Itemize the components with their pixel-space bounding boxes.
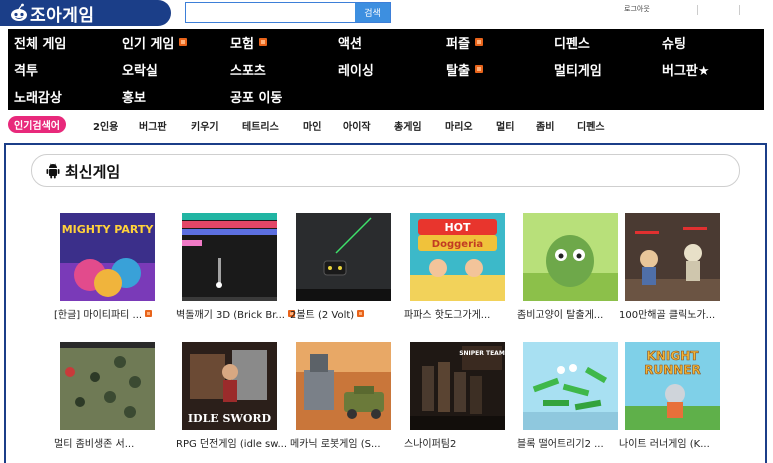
site-logo[interactable]: 조아게임 bbox=[0, 0, 171, 26]
game-title[interactable]: 벽돌깨기 3D (Brick Br... bbox=[176, 306, 306, 321]
search-input[interactable] bbox=[186, 3, 354, 22]
popular-tag[interactable]: 버그판 bbox=[139, 118, 167, 133]
new-icon bbox=[474, 65, 483, 73]
header-divider bbox=[739, 5, 740, 15]
popular-tag[interactable]: 키우기 bbox=[191, 118, 219, 133]
popular-tag[interactable]: 아이작 bbox=[343, 118, 371, 133]
game-thumbnail[interactable]: MIGHTY PARTY bbox=[60, 213, 155, 301]
category-horror[interactable]: 공포 이동 bbox=[230, 86, 282, 106]
popular-tag[interactable]: 디펜스 bbox=[577, 118, 605, 133]
game-title[interactable]: 나이트 러너게임 (K... bbox=[619, 435, 749, 450]
game-thumbnail[interactable] bbox=[625, 213, 720, 301]
game-thumbnail[interactable]: IDLE SWORD bbox=[182, 342, 277, 430]
header: 조아게임 검색 로그아웃 bbox=[0, 0, 773, 28]
new-icon bbox=[474, 38, 483, 46]
game-title[interactable]: RPG 던전게임 (idle sw... bbox=[176, 435, 306, 450]
category-popular[interactable]: 인기 게임 bbox=[122, 32, 188, 52]
new-icon bbox=[258, 38, 267, 46]
game-title[interactable]: 100만해골 클릭노가... bbox=[619, 306, 749, 321]
robot-logo-icon bbox=[11, 3, 27, 21]
new-icon bbox=[145, 310, 153, 317]
game-title[interactable]: [한글] 마이티파티 ... bbox=[54, 306, 184, 321]
search-button[interactable]: 검색 bbox=[355, 3, 390, 22]
search-box: 검색 bbox=[185, 2, 391, 23]
page: 조아게임 검색 로그아웃 전체 게임 인기 게임 모험 액션 퍼즐 디펜스 슈팅… bbox=[0, 0, 773, 463]
section-title: 최신게임 bbox=[65, 163, 121, 181]
game-thumbnail[interactable] bbox=[296, 213, 391, 301]
popular-tag[interactable]: 좀비 bbox=[536, 118, 554, 133]
popular-searches: 인기검색어 2인용 버그판 키우기 테트리스 마인 아이작 총게임 마리오 멀티… bbox=[0, 114, 773, 136]
thumb-label: KNIGHT bbox=[647, 349, 700, 363]
game-title[interactable]: 스나이퍼팀2 bbox=[404, 435, 534, 450]
popular-tag[interactable]: 테트리스 bbox=[242, 118, 279, 133]
thumb-label: Doggeria bbox=[432, 239, 483, 250]
game-thumbnail[interactable] bbox=[296, 342, 391, 430]
category-sports[interactable]: 스포츠 bbox=[230, 59, 266, 79]
popular-tag[interactable]: 마인 bbox=[303, 118, 321, 133]
popular-tag[interactable]: 마리오 bbox=[445, 118, 473, 133]
thumb-label: HOT bbox=[444, 221, 471, 234]
game-title[interactable]: 파파스 핫도그가게... bbox=[404, 306, 534, 321]
category-escape[interactable]: 탈출 bbox=[446, 59, 483, 79]
android-icon bbox=[46, 163, 60, 179]
category-arcade[interactable]: 오락실 bbox=[122, 59, 158, 79]
section-header: 최신게임 bbox=[31, 154, 740, 187]
game-thumbnail[interactable]: HOT Doggeria bbox=[410, 213, 505, 301]
game-title[interactable]: 멀티 좀비생존 서... bbox=[54, 435, 184, 450]
category-shooting[interactable]: 슈팅 bbox=[662, 32, 686, 52]
category-bug-version[interactable]: 버그판★ bbox=[662, 59, 710, 79]
category-puzzle[interactable]: 퍼즐 bbox=[446, 32, 483, 52]
category-nav: 전체 게임 인기 게임 모험 액션 퍼즐 디펜스 슈팅 격투 오락실 스포츠 레… bbox=[8, 29, 764, 110]
thumb-label: SNIPER TEAM bbox=[459, 350, 505, 357]
category-promo[interactable]: 홍보 bbox=[122, 86, 146, 106]
logout-link[interactable]: 로그아웃 bbox=[624, 4, 650, 14]
game-thumbnail[interactable] bbox=[523, 342, 618, 430]
game-title[interactable]: 2볼트 (2 Volt) bbox=[290, 306, 420, 321]
new-icon bbox=[357, 310, 365, 317]
category-multiplayer[interactable]: 멀티게임 bbox=[554, 59, 602, 79]
game-thumbnail[interactable]: KNIGHT RUNNER bbox=[625, 342, 720, 430]
category-racing[interactable]: 레이싱 bbox=[338, 59, 374, 79]
popular-searches-label: 인기검색어 bbox=[8, 116, 66, 133]
game-thumbnail[interactable] bbox=[523, 213, 618, 301]
header-divider bbox=[697, 5, 698, 15]
game-thumbnail[interactable] bbox=[182, 213, 277, 301]
category-defense[interactable]: 디펜스 bbox=[554, 32, 590, 52]
category-music[interactable]: 노래감상 bbox=[14, 86, 62, 106]
popular-tag[interactable]: 2인용 bbox=[93, 118, 118, 133]
new-icon bbox=[179, 38, 188, 46]
latest-games-panel: 최신게임 MIGHTY PARTY [한글] 마이티파티 ... 벽돌깨기 3D… bbox=[4, 143, 767, 463]
category-adventure[interactable]: 모험 bbox=[230, 32, 267, 52]
logo-text: 조아게임 bbox=[30, 5, 95, 26]
category-all[interactable]: 전체 게임 bbox=[14, 32, 66, 52]
thumb-label: IDLE SWORD bbox=[188, 412, 272, 425]
game-thumbnail[interactable] bbox=[60, 342, 155, 430]
thumb-label: RUNNER bbox=[644, 363, 701, 377]
category-fighting[interactable]: 격투 bbox=[14, 59, 38, 79]
thumb-label: MIGHTY PARTY bbox=[62, 223, 155, 236]
popular-tag[interactable]: 총게임 bbox=[394, 118, 422, 133]
popular-tag[interactable]: 멀티 bbox=[496, 118, 514, 133]
game-title[interactable]: 메카닉 로봇게임 (S... bbox=[290, 435, 420, 450]
game-thumbnail[interactable]: SNIPER TEAM bbox=[410, 342, 505, 430]
category-action[interactable]: 액션 bbox=[338, 32, 362, 52]
